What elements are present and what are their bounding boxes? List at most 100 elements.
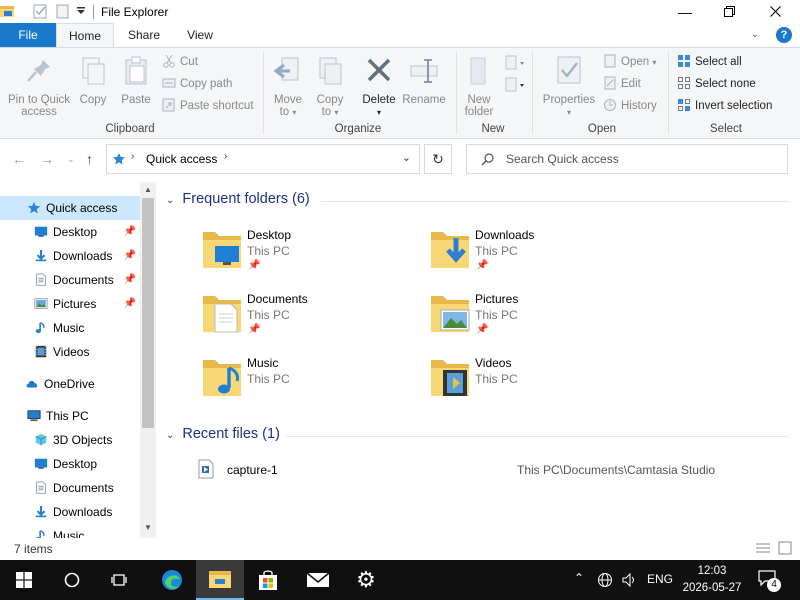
select-all-icon bbox=[678, 55, 690, 67]
search-input[interactable]: Search Quick access bbox=[506, 152, 619, 166]
nav-item-label: Downloads bbox=[53, 249, 113, 263]
large-icons-view-icon[interactable] bbox=[778, 541, 792, 555]
frequent-folders-header[interactable]: ⌄ Frequent folders (6) bbox=[166, 191, 310, 207]
properties-quick-icon[interactable] bbox=[33, 4, 48, 19]
nav-item-music[interactable]: Music bbox=[0, 524, 140, 538]
tab-home[interactable]: Home bbox=[56, 23, 114, 48]
folder-location: This PC bbox=[475, 244, 518, 258]
folder-tile-downloads[interactable]: Downloads This PC 📌 bbox=[429, 226, 649, 286]
folder-tile-desktop[interactable]: Desktop This PC 📌 bbox=[201, 226, 421, 286]
taskbar-clock[interactable]: 12:03 2026-05-27 bbox=[676, 563, 748, 597]
search-taskbar-button[interactable] bbox=[48, 560, 96, 600]
open-button[interactable]: Open ▾ bbox=[603, 53, 656, 71]
store-button[interactable] bbox=[244, 560, 292, 600]
nav-item-downloads[interactable]: Downloads 📌 bbox=[0, 244, 140, 268]
pin-to-quick-access-button[interactable]: Pin to Quick access bbox=[4, 54, 74, 118]
nav-item-documents[interactable]: Documents bbox=[0, 476, 140, 500]
address-bar[interactable]: › Quick access › ⌄ bbox=[106, 144, 420, 174]
select-none-button[interactable]: Select none bbox=[677, 75, 756, 93]
show-hidden-icons-button[interactable]: ⌃ bbox=[574, 571, 584, 585]
folder-app-icon[interactable] bbox=[0, 4, 16, 18]
chevron-right-icon[interactable]: › bbox=[224, 151, 227, 162]
forward-button[interactable]: → bbox=[40, 151, 54, 167]
paste-button[interactable]: Paste bbox=[118, 54, 154, 106]
rename-button[interactable]: Rename bbox=[402, 54, 446, 106]
nav-item-videos[interactable]: Videos bbox=[0, 340, 140, 364]
tab-view[interactable]: View bbox=[172, 23, 228, 47]
folder-tile-videos[interactable]: Videos This PC bbox=[429, 354, 649, 414]
address-path[interactable]: Quick access bbox=[146, 152, 217, 166]
help-button[interactable]: ? bbox=[776, 27, 792, 43]
cut-button[interactable]: Cut bbox=[162, 53, 198, 71]
paste-shortcut-button[interactable]: Paste shortcut bbox=[162, 97, 254, 115]
edge-browser-button[interactable] bbox=[148, 560, 196, 600]
search-box[interactable]: Search Quick access bbox=[466, 144, 788, 174]
chevron-down-icon: ▾ bbox=[566, 108, 571, 117]
edit-button[interactable]: Edit bbox=[603, 75, 641, 93]
folder-tile-pictures[interactable]: Pictures This PC 📌 bbox=[429, 290, 649, 350]
nav-item-documents[interactable]: Documents 📌 bbox=[0, 268, 140, 292]
new-item-icon[interactable] bbox=[505, 54, 527, 72]
delete-button[interactable]: Delete ▾ bbox=[360, 54, 398, 119]
recent-files-header[interactable]: ⌄ Recent files (1) bbox=[166, 426, 280, 442]
settings-button[interactable]: ⚙ bbox=[342, 560, 390, 600]
nav-item-pictures[interactable]: Pictures 📌 bbox=[0, 292, 140, 316]
minimize-button[interactable]: — bbox=[662, 0, 708, 23]
scroll-down-icon[interactable]: ▼ bbox=[144, 523, 152, 532]
input-language[interactable]: ENG bbox=[647, 572, 673, 586]
new-folder-quick-icon[interactable] bbox=[56, 4, 70, 19]
copy-button[interactable]: Copy bbox=[76, 54, 110, 106]
action-center-button[interactable]: 4 bbox=[758, 570, 781, 592]
select-all-button[interactable]: Select all bbox=[677, 53, 742, 71]
nav-item-quick-access[interactable]: Quick access bbox=[0, 196, 140, 220]
customize-toolbar-icon[interactable] bbox=[76, 6, 86, 16]
open-group-label: Open bbox=[587, 123, 617, 135]
nav-item-this-pc[interactable]: This PC bbox=[0, 404, 140, 428]
copy-path-button[interactable]: Copy path bbox=[162, 75, 232, 93]
scroll-thumb[interactable] bbox=[142, 198, 154, 428]
documents-icon bbox=[36, 273, 46, 286]
back-button[interactable]: ← bbox=[12, 151, 26, 167]
move-to-button[interactable]: Move to ▾ bbox=[270, 54, 306, 119]
new-folder-button[interactable]: New folder bbox=[460, 54, 498, 118]
copy-to-button[interactable]: Copy to ▾ bbox=[312, 54, 348, 119]
refresh-button[interactable]: ↻ bbox=[424, 144, 452, 174]
close-button[interactable] bbox=[752, 0, 798, 23]
volume-icon[interactable] bbox=[621, 572, 637, 588]
history-button[interactable]: History bbox=[603, 97, 657, 115]
start-button[interactable] bbox=[0, 560, 48, 600]
maximize-button[interactable] bbox=[706, 0, 752, 23]
search-icon bbox=[481, 153, 494, 166]
nav-item-desktop[interactable]: Desktop bbox=[0, 452, 140, 476]
expand-ribbon-button[interactable]: ⌄ bbox=[740, 23, 770, 47]
address-dropdown-button[interactable]: ⌄ bbox=[402, 151, 411, 164]
details-view-icon[interactable] bbox=[755, 542, 771, 554]
nav-item-onedrive[interactable]: OneDrive bbox=[0, 372, 140, 396]
nav-item-music[interactable]: Music bbox=[0, 316, 140, 340]
nav-item-label: Downloads bbox=[53, 505, 113, 519]
invert-selection-button[interactable]: Invert selection bbox=[677, 97, 772, 115]
task-view-button[interactable] bbox=[96, 560, 144, 600]
organize-group-label: Organize bbox=[334, 123, 382, 135]
network-globe-icon[interactable] bbox=[597, 572, 613, 588]
paste-shortcut-icon bbox=[162, 98, 175, 112]
folder-tile-music[interactable]: Music This PC bbox=[201, 354, 421, 414]
taskbar: ⚙ ⌃ ENG 12:03 2026-05-27 4 bbox=[0, 560, 800, 600]
chevron-right-icon[interactable]: › bbox=[131, 151, 134, 162]
properties-button[interactable]: Properties ▾ bbox=[540, 54, 598, 119]
folder-tile-documents[interactable]: Documents This PC 📌 bbox=[201, 290, 421, 350]
pin-icon: 📌 bbox=[248, 324, 261, 335]
nav-item-desktop[interactable]: Desktop 📌 bbox=[0, 220, 140, 244]
nav-item-3d-objects[interactable]: 3D Objects bbox=[0, 428, 140, 452]
scroll-up-icon[interactable]: ▲ bbox=[144, 185, 152, 194]
tab-file[interactable]: File bbox=[0, 23, 56, 47]
nav-item-downloads[interactable]: Downloads bbox=[0, 500, 140, 524]
up-button[interactable]: ↑ bbox=[86, 151, 93, 167]
tab-share[interactable]: Share bbox=[116, 23, 172, 47]
mail-button[interactable] bbox=[294, 560, 342, 600]
file-explorer-taskbar-button[interactable] bbox=[196, 560, 244, 600]
recent-locations-button[interactable]: ⌄ bbox=[67, 154, 75, 165]
recent-file-name[interactable]: capture-1 bbox=[227, 463, 278, 477]
nav-scrollbar[interactable]: ▲ ▼ bbox=[140, 182, 156, 538]
easy-access-icon[interactable] bbox=[505, 76, 527, 94]
